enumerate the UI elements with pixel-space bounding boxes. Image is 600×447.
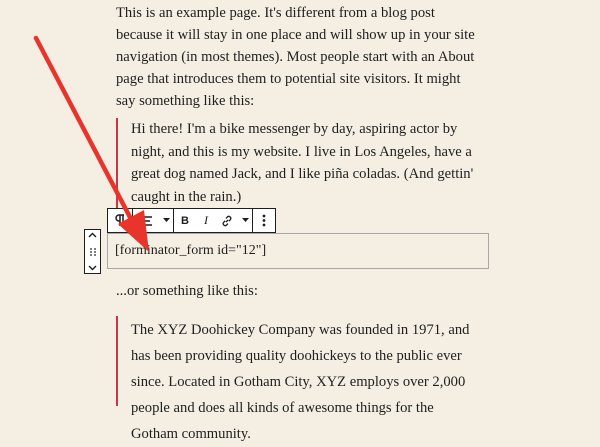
paragraph[interactable]: ...or something like this: (116, 280, 478, 302)
block-toolbar: B I (107, 208, 276, 233)
align-icon[interactable] (133, 209, 159, 232)
shortcode-block[interactable]: [forminator_form id="12"] (107, 233, 489, 269)
format-group: B I (174, 209, 253, 232)
paragraph-icon[interactable] (108, 209, 132, 232)
quote-block[interactable]: Hi there! I'm a bike messenger by day, a… (116, 118, 480, 214)
align-group (133, 209, 174, 232)
quote-text[interactable]: The XYZ Doohickey Company was founded in… (118, 316, 480, 447)
intro-paragraph[interactable]: This is an example page. It's different … (116, 2, 478, 112)
options-group (253, 209, 275, 232)
drag-handle-icon[interactable] (89, 247, 96, 256)
chevron-down-icon[interactable] (159, 209, 173, 232)
italic-icon[interactable]: I (196, 209, 216, 232)
block-mover (84, 229, 101, 274)
quote-block[interactable]: The XYZ Doohickey Company was founded in… (116, 316, 480, 442)
bold-icon[interactable]: B (174, 209, 196, 232)
link-icon[interactable] (216, 209, 238, 232)
more-options-icon[interactable] (253, 209, 275, 232)
move-up-icon[interactable] (88, 232, 97, 238)
quote-text[interactable]: Hi there! I'm a bike messenger by day, a… (118, 118, 480, 208)
block-type-group (108, 209, 133, 232)
chevron-down-icon[interactable] (238, 209, 252, 232)
move-down-icon[interactable] (88, 265, 97, 271)
